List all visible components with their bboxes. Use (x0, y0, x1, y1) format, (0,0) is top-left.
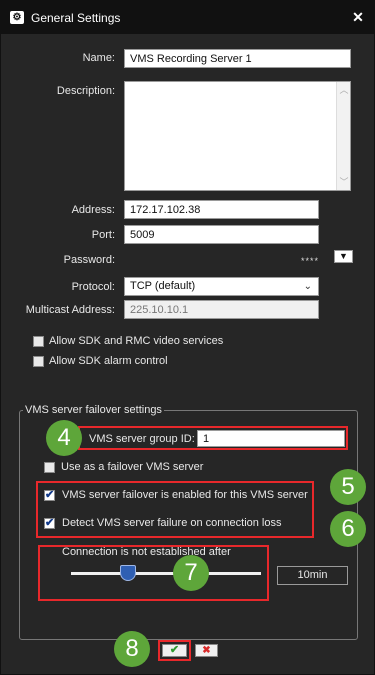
title-bar[interactable]: ⚙ General Settings ✕ (1, 1, 374, 34)
cancel-button[interactable]: ✖ (195, 644, 218, 657)
password-edit-button[interactable]: ▼ (334, 250, 353, 263)
scroll-down-icon[interactable]: ﹀ (337, 175, 351, 189)
group-id-field[interactable] (197, 430, 345, 447)
description-container: ︿ ﹀ (124, 81, 351, 191)
connection-label: Connection is not established after (62, 546, 231, 558)
address-field[interactable] (124, 200, 319, 219)
checkmark-icon: ✔ (169, 644, 180, 656)
detect-failure-checkbox[interactable] (44, 516, 55, 529)
allow-sdk-rmc-label: Allow SDK and RMC video services (49, 335, 224, 347)
gear-icon: ⚙ (10, 11, 24, 24)
name-field[interactable] (124, 49, 351, 68)
use-as-failover-label: Use as a failover VMS server (61, 461, 204, 473)
window-title: General Settings (31, 11, 121, 25)
callout-badge-4: 4 (46, 420, 82, 456)
allow-sdk-alarm-checkbox[interactable] (33, 356, 44, 367)
callout-badge-7: 7 (173, 555, 209, 591)
description-label: Description: (56, 85, 115, 97)
name-label: Name: (82, 52, 115, 64)
callout-badge-6: 6 (330, 511, 366, 547)
failover-group-title: VMS server failover settings (23, 404, 164, 416)
use-as-failover-checkbox[interactable] (44, 462, 55, 473)
port-field[interactable] (124, 225, 319, 244)
description-field[interactable] (124, 81, 351, 191)
allow-sdk-alarm-label: Allow SDK alarm control (49, 355, 168, 367)
close-icon[interactable]: ✕ (350, 9, 366, 25)
port-label: Port: (91, 229, 115, 241)
address-label: Address: (71, 204, 115, 216)
failover-enabled-checkbox[interactable] (44, 488, 55, 501)
scroll-up-icon[interactable]: ︿ (337, 83, 351, 97)
callout-badge-5: 5 (330, 469, 366, 505)
protocol-label: Protocol: (71, 281, 115, 293)
ok-button[interactable]: ✔ (162, 644, 187, 657)
multicast-field[interactable] (124, 300, 319, 319)
connection-slider-thumb[interactable] (120, 565, 136, 581)
chevron-down-icon: ⌄ (303, 281, 312, 292)
description-scrollbar[interactable]: ︿ ﹀ (336, 82, 350, 190)
allow-sdk-rmc-checkbox[interactable] (33, 336, 44, 347)
detect-failure-label: Detect VMS server failure on connection … (62, 517, 282, 529)
x-icon: ✖ (202, 645, 211, 656)
connection-value-box: 10min (277, 566, 348, 585)
password-label: Password: (63, 254, 115, 266)
protocol-select[interactable]: TCP (default) ⌄ (124, 277, 319, 296)
password-mask: **** (301, 256, 320, 266)
multicast-label: Multicast Address: (25, 304, 115, 316)
failover-enabled-label: VMS server failover is enabled for this … (62, 489, 308, 501)
general-settings-dialog: ⚙ General Settings ✕ Name: Description: … (0, 0, 375, 675)
callout-badge-8: 8 (114, 631, 150, 667)
protocol-value: TCP (default) (130, 280, 196, 292)
group-id-label: VMS server group ID: (89, 433, 195, 445)
connection-slider-track[interactable] (71, 572, 261, 575)
